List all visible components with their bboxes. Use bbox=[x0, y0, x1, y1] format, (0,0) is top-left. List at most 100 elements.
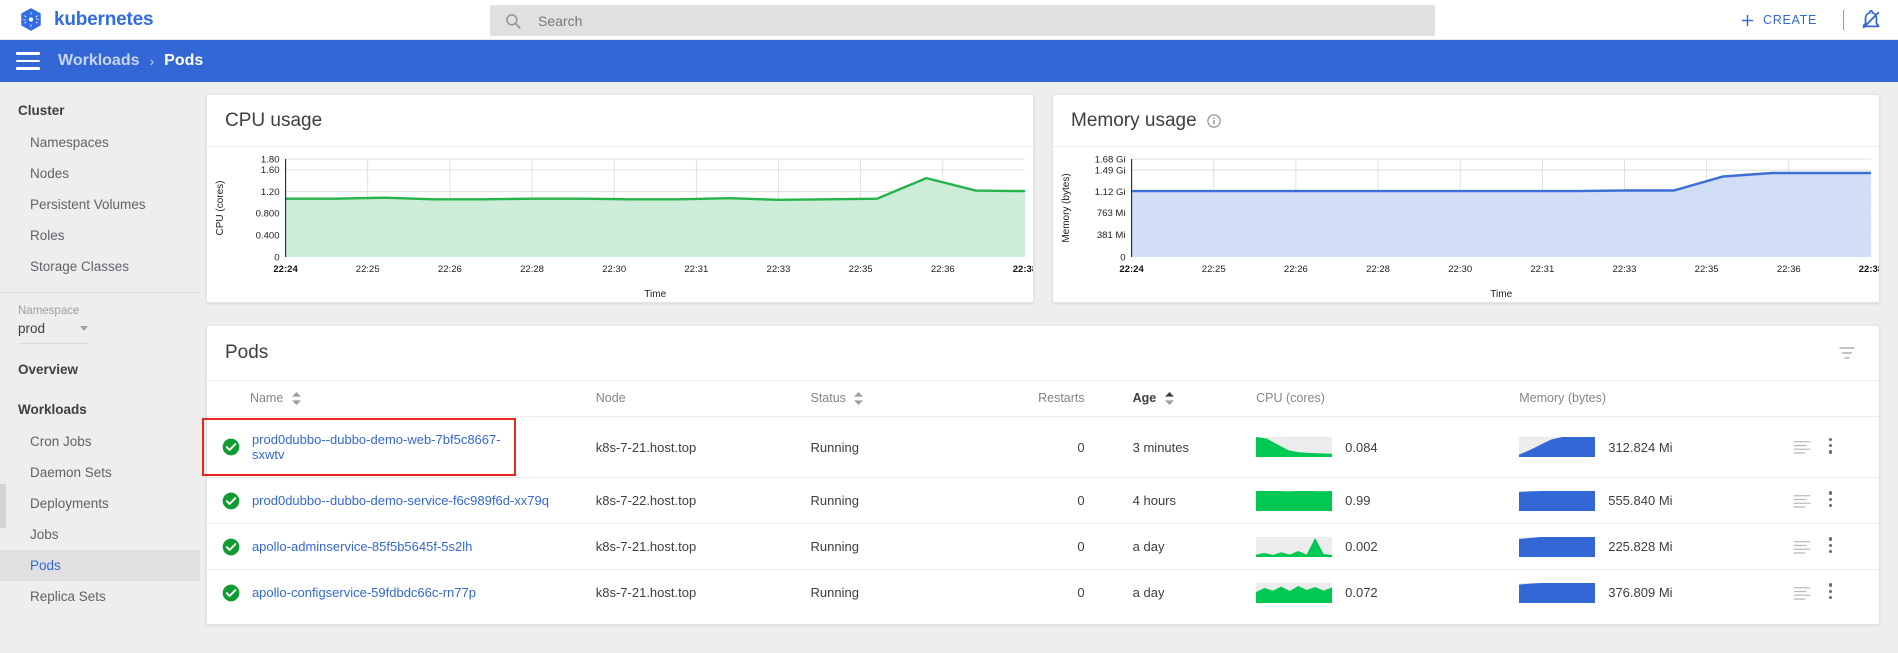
svg-text:22:25: 22:25 bbox=[1202, 264, 1226, 275]
svg-text:Time: Time bbox=[1490, 289, 1512, 300]
pod-name-highlight: prod0dubbo--dubbo-demo-web-7bf5c8667-sxw… bbox=[201, 418, 516, 477]
sparkline bbox=[1256, 582, 1333, 603]
row-actions-cell bbox=[1793, 416, 1879, 479]
sidebar-item-replica-sets[interactable]: Replica Sets bbox=[0, 581, 200, 612]
col-header-memory: Memory (bytes) bbox=[1519, 379, 1794, 418]
memory-usage-card: Memory usage 0 381 Mi 763 Mi 1.12 Gi 1.49 Gi… bbox=[1052, 94, 1880, 303]
sidebar-item-nodes[interactable]: Nodes bbox=[0, 158, 200, 189]
sparkline bbox=[1519, 437, 1596, 458]
logs-list-icon[interactable] bbox=[1793, 494, 1811, 508]
col-header-memory-label: Memory (bytes) bbox=[1519, 391, 1607, 406]
pod-name-link[interactable]: apollo-adminservice-85f5b5645f-5s2lh bbox=[250, 536, 474, 557]
breadcrumb-parent[interactable]: Workloads bbox=[58, 52, 140, 70]
sidebar-item-roles[interactable]: Roles bbox=[0, 220, 200, 251]
memory-chart-area: 0 381 Mi 763 Mi 1.12 Gi 1.49 Gi 1.68 Gi 22:24 2… bbox=[1053, 147, 1879, 303]
row-age-cell: 4 hours bbox=[1132, 477, 1257, 525]
sidebar-item-jobs[interactable]: Jobs bbox=[0, 519, 200, 550]
table-row[interactable]: prod0dubbo--dubbo-demo-web-7bf5c8667-sxw… bbox=[201, 416, 1879, 479]
sparkline bbox=[1256, 490, 1333, 511]
svg-text:0.800: 0.800 bbox=[256, 209, 280, 220]
brand-name: kubernetes bbox=[54, 8, 154, 30]
col-header-age[interactable]: Age bbox=[1132, 379, 1257, 418]
logs-list-icon[interactable] bbox=[1793, 586, 1811, 600]
logs-list-icon[interactable] bbox=[1793, 440, 1811, 454]
row-status-cell: Running bbox=[810, 477, 1026, 525]
svg-text:22:24: 22:24 bbox=[273, 264, 298, 275]
svg-text:22:24: 22:24 bbox=[1119, 264, 1144, 275]
row-status-cell: Running bbox=[810, 416, 1026, 479]
hamburger-icon[interactable] bbox=[16, 52, 40, 70]
row-memory-cell: 555.840 Mi bbox=[1519, 477, 1794, 525]
cpu-value: 0.084 bbox=[1345, 439, 1378, 455]
sidebar-item-namespaces[interactable]: Namespaces bbox=[0, 127, 200, 158]
row-status-cell: Running bbox=[810, 523, 1026, 571]
row-cpu-cell: 0.072 bbox=[1256, 570, 1519, 616]
row-restarts-cell: 0 bbox=[1025, 477, 1133, 525]
chevron-right-icon: › bbox=[149, 53, 155, 69]
row-status-icon-cell bbox=[207, 477, 250, 525]
row-actions-cell bbox=[1793, 477, 1879, 525]
search-input[interactable] bbox=[536, 11, 1421, 30]
svg-text:22:26: 22:26 bbox=[1284, 264, 1308, 275]
col-header-status-label: Status bbox=[810, 391, 846, 405]
pod-name-link[interactable]: prod0dubbo--dubbo-demo-service-f6c989f6d… bbox=[250, 490, 551, 511]
svg-text:1.68 Gi: 1.68 Gi bbox=[1095, 154, 1126, 165]
search-box[interactable] bbox=[490, 5, 1435, 36]
pod-name-link[interactable]: apollo-configservice-59fdbdc66c-rn77p bbox=[250, 582, 478, 603]
row-restarts-cell: 0 bbox=[1025, 523, 1133, 571]
cpu-value: 0.072 bbox=[1345, 585, 1378, 601]
sort-arrows-icon bbox=[854, 392, 864, 406]
kebab-menu-icon[interactable] bbox=[1829, 583, 1833, 602]
sidebar-item-daemon-sets[interactable]: Daemon Sets bbox=[0, 457, 200, 488]
col-header-name[interactable]: Name bbox=[249, 379, 596, 418]
row-cpu-cell: 0.002 bbox=[1256, 523, 1520, 571]
row-restarts-cell: 0 bbox=[1077, 585, 1085, 601]
table-row[interactable]: apollo-adminservice-85f5b5645f-5s2lh k8s-… bbox=[207, 523, 1879, 571]
svg-text:0.400: 0.400 bbox=[256, 231, 280, 242]
sidebar-item-storage-classes[interactable]: Storage Classes bbox=[0, 251, 200, 282]
create-button[interactable]: CREATE bbox=[1729, 8, 1827, 33]
sparkline bbox=[1519, 536, 1596, 557]
svg-text:0: 0 bbox=[274, 252, 279, 263]
row-node-cell: k8s-7-21.host.top bbox=[595, 585, 697, 601]
sidebar-item-pods[interactable]: Pods bbox=[0, 550, 200, 581]
col-header-cpu-label: CPU (cores) bbox=[1256, 391, 1325, 406]
svg-text:22:35: 22:35 bbox=[1695, 264, 1719, 275]
horizontal-scroll-handle[interactable] bbox=[0, 484, 6, 528]
svg-text:22:38: 22:38 bbox=[1013, 264, 1033, 275]
pod-name-highlight: apollo-configservice-59fdbdc66c-rn77p bbox=[250, 585, 478, 600]
namespace-select[interactable]: prod bbox=[18, 321, 88, 344]
row-memory-cell: 225.828 Mi bbox=[1519, 523, 1794, 571]
info-circle-icon[interactable] bbox=[1206, 113, 1222, 129]
kebab-menu-icon[interactable] bbox=[1829, 537, 1833, 556]
check-circle-green-icon bbox=[222, 584, 240, 602]
table-row[interactable]: apollo-configservice-59fdbdc66c-rn77p k8s… bbox=[207, 570, 1879, 616]
svg-text:1.60: 1.60 bbox=[261, 165, 280, 176]
svg-text:1.12 Gi: 1.12 Gi bbox=[1095, 187, 1126, 198]
sidebar-item-persistent-volumes[interactable]: Persistent Volumes bbox=[0, 189, 200, 220]
sidebar-item-deployments[interactable]: Deployments bbox=[0, 488, 200, 519]
svg-text:1.20: 1.20 bbox=[261, 187, 280, 198]
logs-list-icon[interactable] bbox=[1793, 540, 1811, 554]
pod-name-link[interactable]: prod0dubbo--dubbo-demo-web-7bf5c8667-sxw… bbox=[250, 429, 514, 465]
row-memory-cell: 376.809 Mi bbox=[1519, 570, 1793, 616]
svg-text:22:33: 22:33 bbox=[1613, 264, 1637, 275]
table-row[interactable]: prod0dubbo--dubbo-demo-service-f6c989f6d… bbox=[207, 477, 1879, 525]
pod-name-highlight: prod0dubbo--dubbo-demo-service-f6c989f6d… bbox=[250, 493, 551, 508]
sidebar-item-cron-jobs[interactable]: Cron Jobs bbox=[0, 426, 200, 457]
filter-list-icon[interactable] bbox=[1837, 343, 1857, 363]
page-body: Cluster Namespaces Nodes Persistent Volu… bbox=[0, 82, 1898, 653]
svg-text:763 Mi: 763 Mi bbox=[1097, 208, 1126, 219]
kebab-menu-icon[interactable] bbox=[1829, 491, 1833, 510]
brand[interactable]: kubernetes bbox=[0, 7, 300, 33]
chevron-down-icon bbox=[80, 326, 88, 331]
sidebar-item-overview[interactable]: Overview bbox=[0, 344, 200, 386]
sidebar-header-workloads[interactable]: Workloads bbox=[0, 386, 200, 426]
plus-icon bbox=[1741, 14, 1754, 26]
kebab-menu-icon[interactable] bbox=[1829, 437, 1833, 457]
sparkline bbox=[1256, 437, 1333, 458]
col-header-status[interactable]: Status bbox=[810, 379, 1026, 418]
bell-off-icon[interactable] bbox=[1860, 9, 1882, 31]
svg-text:22:25: 22:25 bbox=[356, 264, 380, 275]
cpu-value: 0.99 bbox=[1345, 493, 1371, 509]
